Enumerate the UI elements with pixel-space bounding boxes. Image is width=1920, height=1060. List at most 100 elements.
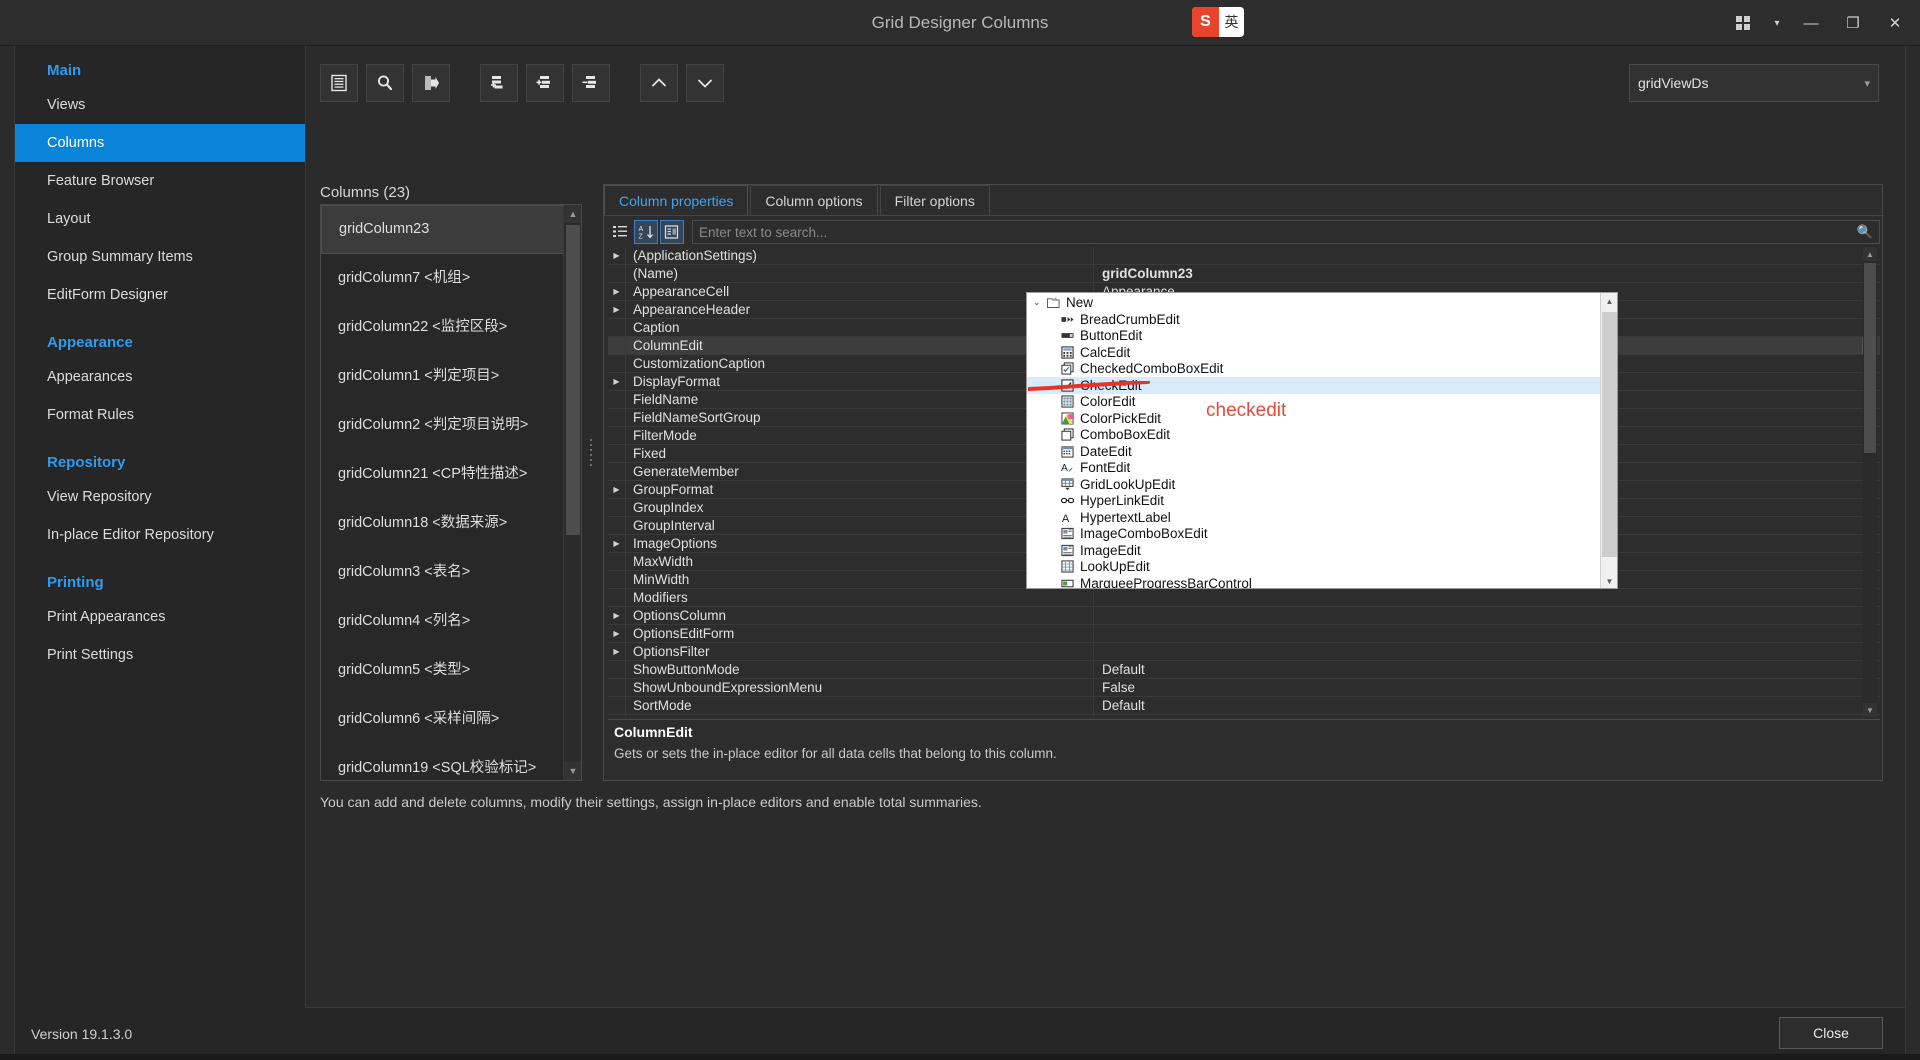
expand-icon[interactable]: ▶ <box>608 283 626 300</box>
list-item[interactable]: gridColumn7 <机组> <box>321 254 565 303</box>
close-window-button[interactable]: ✕ <box>1874 0 1916 46</box>
sidebar-item-feature-browser[interactable]: Feature Browser <box>15 162 305 200</box>
property-value[interactable]: False <box>1094 679 1880 696</box>
list-item[interactable]: gridColumn21 <CP特性描述> <box>321 450 565 499</box>
ime-indicator[interactable]: S 英 <box>1192 7 1244 37</box>
sidebar-item-editform-designer[interactable]: EditForm Designer <box>15 276 305 314</box>
grid-layout-icon[interactable] <box>1722 0 1764 46</box>
scroll-down-icon[interactable]: ▼ <box>1601 573 1617 588</box>
dropdown-item-coloredit[interactable]: ColorEdit <box>1027 394 1601 411</box>
sidebar-item-format-rules[interactable]: Format Rules <box>15 396 305 434</box>
close-button[interactable]: Close <box>1779 1017 1883 1049</box>
dropdown-item-checkedcomboboxedit[interactable]: CheckedComboBoxEdit <box>1027 361 1601 378</box>
list-item[interactable]: gridColumn2 <判定项目说明> <box>321 401 565 450</box>
dropdown-item-dateedit[interactable]: DateEdit <box>1027 443 1601 460</box>
columnedit-dropdown-popup[interactable]: ⌄ New BreadCrumbEdit ButtonEdit CalcEdit <box>1026 292 1618 589</box>
sidebar-item-group-summary-items[interactable]: Group Summary Items <box>15 238 305 276</box>
dropdown-item-hypertextlabel[interactable]: A HypertextLabel <box>1027 509 1601 526</box>
property-value[interactable]: Default <box>1094 697 1880 714</box>
dropdown-item-gridlookupedit[interactable]: GridLookUpEdit <box>1027 476 1601 493</box>
list-item[interactable]: gridColumn3 <表名> <box>321 548 565 597</box>
table-row[interactable]: Modifiers <box>608 589 1880 607</box>
table-row[interactable]: ▶ OptionsColumn <box>608 607 1880 625</box>
datasource-combo[interactable]: gridViewDs ▾ <box>1629 64 1879 102</box>
sidebar-item-print-appearances[interactable]: Print Appearances <box>15 598 305 636</box>
dropdown-item-calcedit[interactable]: CalcEdit <box>1027 344 1601 361</box>
columns-list[interactable]: gridColumn23 gridColumn7 <机组> gridColumn… <box>320 204 582 781</box>
expand-icon[interactable]: ▶ <box>608 373 626 390</box>
dropdown-group-new[interactable]: ⌄ New <box>1027 293 1601 311</box>
property-search-input[interactable] <box>699 224 1857 240</box>
scroll-up-icon[interactable]: ▲ <box>1863 247 1877 261</box>
tab-column-properties[interactable]: Column properties <box>604 185 749 215</box>
dropdown-item-comboboxedit[interactable]: ComboBoxEdit <box>1027 427 1601 444</box>
dropdown-item-imagecomboboxedit[interactable]: ImageComboBoxEdit <box>1027 526 1601 543</box>
property-value[interactable] <box>1094 247 1880 264</box>
sidebar-item-views[interactable]: Views <box>15 86 305 124</box>
maximize-button[interactable]: ❐ <box>1832 0 1874 46</box>
add-column-button[interactable] <box>480 64 518 102</box>
list-item[interactable]: gridColumn19 <SQL校验标记> <box>321 744 565 780</box>
categorized-view-button[interactable] <box>608 220 632 244</box>
expand-icon[interactable]: ▶ <box>608 247 626 264</box>
move-up-button[interactable] <box>640 64 678 102</box>
sidebar-item-appearances[interactable]: Appearances <box>15 358 305 396</box>
table-row[interactable]: ShowButtonMode Default <box>608 661 1880 679</box>
expand-icon[interactable]: ▶ <box>608 625 626 642</box>
property-value[interactable] <box>1094 589 1880 606</box>
sidebar-item-view-repository[interactable]: View Repository <box>15 478 305 516</box>
list-item[interactable]: gridColumn1 <判定项目> <box>321 352 565 401</box>
property-value[interactable]: Default <box>1094 661 1880 678</box>
property-grid-scrollbar[interactable]: ▲ ▼ <box>1863 247 1877 717</box>
sidebar-item-print-settings[interactable]: Print Settings <box>15 636 305 674</box>
dropdown-item-breadcrumbedit[interactable]: BreadCrumbEdit <box>1027 311 1601 328</box>
sidebar-item-layout[interactable]: Layout <box>15 200 305 238</box>
scrollbar-thumb[interactable] <box>1864 263 1876 453</box>
dropdown-scrollbar[interactable]: ▲ ▼ <box>1600 293 1617 588</box>
dropdown-item-hyperlinkedit[interactable]: HyperLinkEdit <box>1027 493 1601 510</box>
search-button[interactable] <box>366 64 404 102</box>
panel-splitter[interactable] <box>587 436 595 476</box>
expand-icon[interactable]: ▶ <box>608 535 626 552</box>
list-item[interactable]: gridColumn4 <列名> <box>321 597 565 646</box>
table-row[interactable]: (Name) gridColumn23 <box>608 265 1880 283</box>
table-row[interactable]: ShowUnboundExpressionMenu False <box>608 679 1880 697</box>
scroll-down-icon[interactable]: ▼ <box>1863 703 1877 717</box>
expand-icon[interactable]: ▶ <box>608 607 626 624</box>
scroll-up-icon[interactable]: ▲ <box>564 205 581 223</box>
dropdown-item-fontedit[interactable]: A FontEdit <box>1027 460 1601 477</box>
scrollbar-thumb[interactable] <box>566 225 580 535</box>
tab-filter-options[interactable]: Filter options <box>879 185 990 215</box>
list-item[interactable]: gridColumn22 <监控区段> <box>321 303 565 352</box>
expand-icon[interactable]: ▶ <box>608 301 626 318</box>
property-value[interactable] <box>1094 643 1880 660</box>
dropdown-item-colorpickedit[interactable]: ColorPickEdit <box>1027 410 1601 427</box>
minimize-button[interactable]: — <box>1790 0 1832 46</box>
alphabetical-sort-button[interactable]: A Z <box>634 220 658 244</box>
export-button[interactable] <box>412 64 450 102</box>
scrollbar-thumb[interactable] <box>1602 312 1617 557</box>
scroll-down-icon[interactable]: ▼ <box>564 762 581 780</box>
table-row[interactable]: ▶ OptionsEditForm <box>608 625 1880 643</box>
tab-column-options[interactable]: Column options <box>750 185 878 215</box>
property-value[interactable]: None <box>1094 715 1880 717</box>
table-row[interactable]: SortOrderNone <box>608 715 1880 717</box>
dropdown-item-imageedit[interactable]: ImageEdit <box>1027 542 1601 559</box>
expand-icon[interactable]: ▶ <box>608 481 626 498</box>
list-item[interactable]: gridColumn18 <数据来源> <box>321 499 565 548</box>
delete-column-button[interactable] <box>572 64 610 102</box>
list-item[interactable]: gridColumn6 <采样间隔> <box>321 695 565 744</box>
property-value[interactable] <box>1094 607 1880 624</box>
expand-icon[interactable]: ▶ <box>608 643 626 660</box>
dropdown-item-lookupedit[interactable]: LookUpEdit <box>1027 559 1601 576</box>
chevron-down-icon[interactable]: ▾ <box>1764 0 1790 46</box>
dropdown-item-buttonedit[interactable]: ButtonEdit <box>1027 328 1601 345</box>
property-value[interactable] <box>1094 625 1880 642</box>
sidebar-item-columns[interactable]: Columns <box>15 124 305 162</box>
chevron-down-icon[interactable]: ⌄ <box>1033 297 1047 308</box>
table-row[interactable]: SortMode Default <box>608 697 1880 715</box>
sidebar-item-inplace-editor-repository[interactable]: In-place Editor Repository <box>15 516 305 554</box>
property-search-box[interactable]: 🔍 <box>692 220 1880 244</box>
table-row[interactable]: ▶ OptionsFilter <box>608 643 1880 661</box>
list-item[interactable]: gridColumn23 <box>321 205 565 254</box>
